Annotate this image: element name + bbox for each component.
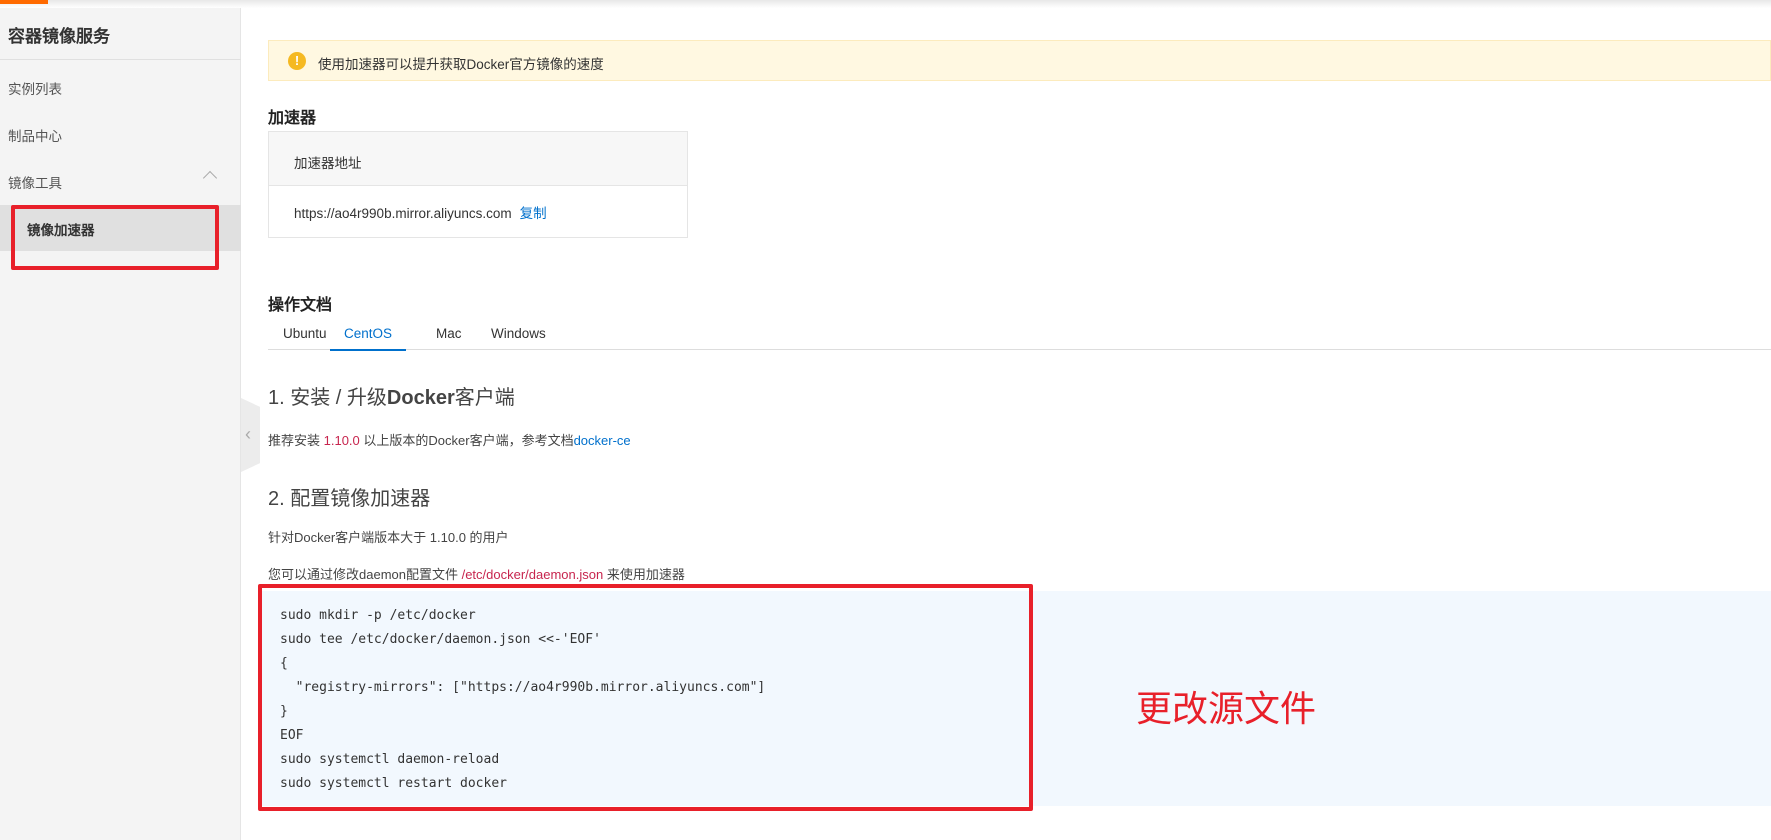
notice-banner: ! 使用加速器可以提升获取Docker官方镜像的速度	[268, 40, 1771, 81]
collapse-sidebar-handle[interactable]: ‹	[241, 398, 260, 472]
notice-text: 使用加速器可以提升获取Docker官方镜像的速度	[318, 57, 604, 72]
version-number: 1.10.0	[323, 433, 360, 448]
step2-heading: 2. 配置镜像加速器	[268, 488, 431, 510]
annotation-highlight-box	[258, 584, 1033, 811]
copy-link[interactable]: 复制	[520, 206, 547, 221]
sidebar-item-artifacts[interactable]: 制品中心	[8, 125, 62, 145]
config-path: /etc/docker/daemon.json	[461, 567, 604, 582]
table-header: 加速器地址	[269, 132, 687, 186]
annotation-text: 更改源文件	[1136, 688, 1317, 729]
sidebar: 容器镜像服务 实例列表 制品中心 镜像工具 镜像加速器	[0, 8, 241, 840]
chevron-left-icon: ‹	[245, 424, 251, 444]
annotation-highlight-box	[11, 205, 219, 270]
sidebar-item-instances[interactable]: 实例列表	[8, 78, 62, 98]
brand-accent	[0, 0, 48, 4]
step1-text: 推荐安装 1.10.0 以上版本的Docker客户端，参考文档docker-ce	[268, 433, 631, 448]
tab-mac[interactable]: Mac	[436, 326, 462, 349]
tab-windows[interactable]: Windows	[491, 326, 546, 349]
divider	[0, 59, 241, 60]
sidebar-item-image-tools[interactable]: 镜像工具	[8, 172, 62, 192]
accelerator-url: https://ao4r990b.mirror.aliyuncs.com	[294, 206, 512, 221]
os-tabs: Ubuntu CentOS Mac Windows	[268, 318, 1771, 351]
warning-icon: !	[288, 52, 306, 70]
docker-ce-link[interactable]: docker-ce	[574, 433, 631, 448]
step1-heading: 1. 安装 / 升级Docker客户端	[268, 387, 515, 409]
tab-ubuntu[interactable]: Ubuntu	[283, 326, 327, 349]
step2-text: 针对Docker客户端版本大于 1.10.0 的用户	[268, 530, 509, 545]
accelerator-table: 加速器地址 https://ao4r990b.mirror.aliyuncs.c…	[268, 131, 688, 238]
docs-heading: 操作文档	[268, 297, 333, 314]
accelerator-heading: 加速器	[268, 110, 317, 127]
sidebar-title: 容器镜像服务	[8, 27, 110, 46]
tab-centos[interactable]: CentOS	[330, 326, 407, 351]
table-row: https://ao4r990b.mirror.aliyuncs.com 复制	[269, 186, 687, 222]
chevron-up-icon[interactable]	[202, 170, 218, 186]
step2-config-text: 您可以通过修改daemon配置文件 /etc/docker/daemon.jso…	[268, 567, 685, 582]
top-bar	[0, 0, 1771, 8]
